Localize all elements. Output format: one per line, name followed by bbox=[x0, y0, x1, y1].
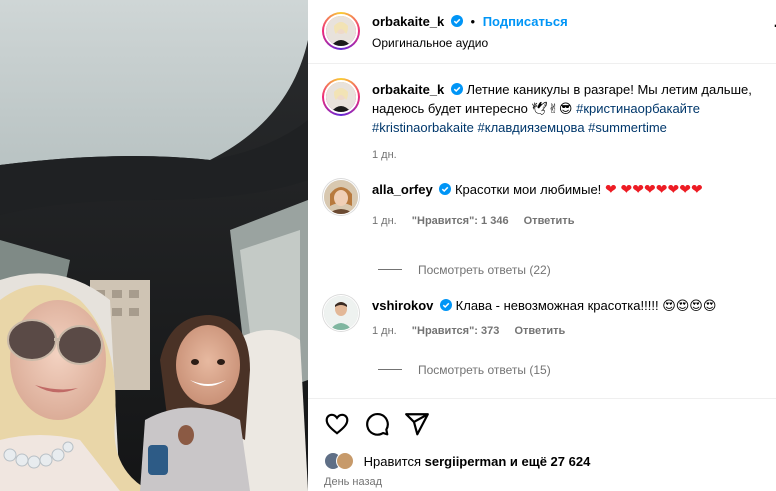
likes-count[interactable]: и ещё 27 624 bbox=[510, 454, 590, 469]
separator-dot: • bbox=[470, 14, 476, 29]
post-header: orbakaite_k • Подписаться Оригинальное а… bbox=[308, 0, 776, 64]
comment-avatar[interactable] bbox=[322, 294, 360, 332]
likes-summary: Нравится sergiiperman и ещё 27 624 bbox=[324, 452, 590, 470]
comment-likes[interactable]: "Нравится": 373 bbox=[412, 325, 500, 337]
caption-emojis: 🕊✌😎 bbox=[531, 101, 573, 116]
original-audio-link[interactable]: Оригинальное аудио bbox=[372, 36, 488, 50]
post-actions-bar bbox=[308, 398, 776, 446]
hashtag-link[interactable]: #клавдияземцова bbox=[478, 120, 585, 135]
caption-avatar[interactable] bbox=[322, 78, 360, 116]
reply-button[interactable]: Ответить bbox=[514, 325, 565, 337]
caption-username[interactable]: orbakaite_k bbox=[372, 82, 444, 97]
post-video[interactable] bbox=[0, 0, 308, 491]
video-frame-illustration bbox=[0, 0, 308, 491]
hashtag-link[interactable]: #summertime bbox=[588, 120, 667, 135]
liker-avatar[interactable] bbox=[336, 452, 354, 470]
view-replies-button[interactable]: Посмотреть ответы (15) bbox=[378, 363, 551, 377]
author-avatar[interactable] bbox=[322, 12, 360, 50]
comment-time[interactable]: 1 дн. bbox=[372, 325, 397, 337]
comment-time[interactable]: 1 дн. bbox=[372, 215, 397, 227]
comment-icon[interactable] bbox=[364, 411, 390, 437]
caption-body: orbakaite_k Летние каникулы в разгаре! М… bbox=[372, 80, 776, 165]
header-title-line: orbakaite_k • Подписаться bbox=[372, 14, 568, 29]
verified-icon bbox=[439, 183, 452, 195]
comment-username[interactable]: vshirokov bbox=[372, 298, 433, 313]
view-replies-label: Посмотреть ответы (15) bbox=[418, 363, 551, 377]
hashtag-link[interactable]: #кристинаорбакайте bbox=[576, 101, 700, 116]
follow-button[interactable]: Подписаться bbox=[483, 14, 568, 29]
comment-meta: 1 дн. "Нравится": 1 346 Ответить bbox=[372, 212, 776, 231]
view-replies-label: Посмотреть ответы (22) bbox=[418, 263, 551, 277]
comment-text: Клава - невозможная красотка!!!!! bbox=[455, 298, 659, 313]
liker-username[interactable]: sergiiperman bbox=[425, 454, 507, 469]
replies-divider bbox=[378, 369, 402, 370]
heart-eyes-emojis: 😍😍😍😍 bbox=[662, 298, 717, 313]
caption-meta: 1 дн. bbox=[372, 146, 776, 165]
comment-body: vshirokov Клава - невозможная красотка!!… bbox=[372, 296, 776, 341]
verified-icon bbox=[440, 299, 453, 311]
comment-body: alla_orfey Красотки мои любимые! ❤ ❤❤❤❤❤… bbox=[372, 180, 776, 231]
view-replies-button[interactable]: Посмотреть ответы (22) bbox=[378, 263, 551, 277]
heart-icon[interactable] bbox=[324, 411, 350, 437]
comment-text: Красотки мои любимые! bbox=[454, 182, 602, 197]
verified-icon bbox=[450, 83, 463, 95]
comment-avatar[interactable] bbox=[322, 178, 360, 216]
post-details-panel: orbakaite_k • Подписаться Оригинальное а… bbox=[308, 0, 776, 491]
post-date[interactable]: День назад bbox=[324, 476, 382, 488]
send-icon[interactable] bbox=[404, 411, 430, 437]
heart-emojis: ❤ ❤❤❤❤❤❤❤ bbox=[604, 181, 703, 197]
replies-divider bbox=[378, 269, 402, 270]
reply-button[interactable]: Ответить bbox=[524, 215, 575, 227]
comment-username[interactable]: alla_orfey bbox=[372, 182, 433, 197]
comment-meta: 1 дн. "Нравится": 373 Ответить bbox=[372, 322, 776, 341]
verified-icon bbox=[450, 15, 463, 27]
likes-prefix: Нравится bbox=[363, 454, 421, 469]
author-username[interactable]: orbakaite_k bbox=[372, 14, 444, 29]
caption-time[interactable]: 1 дн. bbox=[372, 149, 397, 161]
hashtag-link[interactable]: #kristinaorbakaite bbox=[372, 120, 474, 135]
comment-likes[interactable]: "Нравится": 1 346 bbox=[412, 215, 509, 227]
